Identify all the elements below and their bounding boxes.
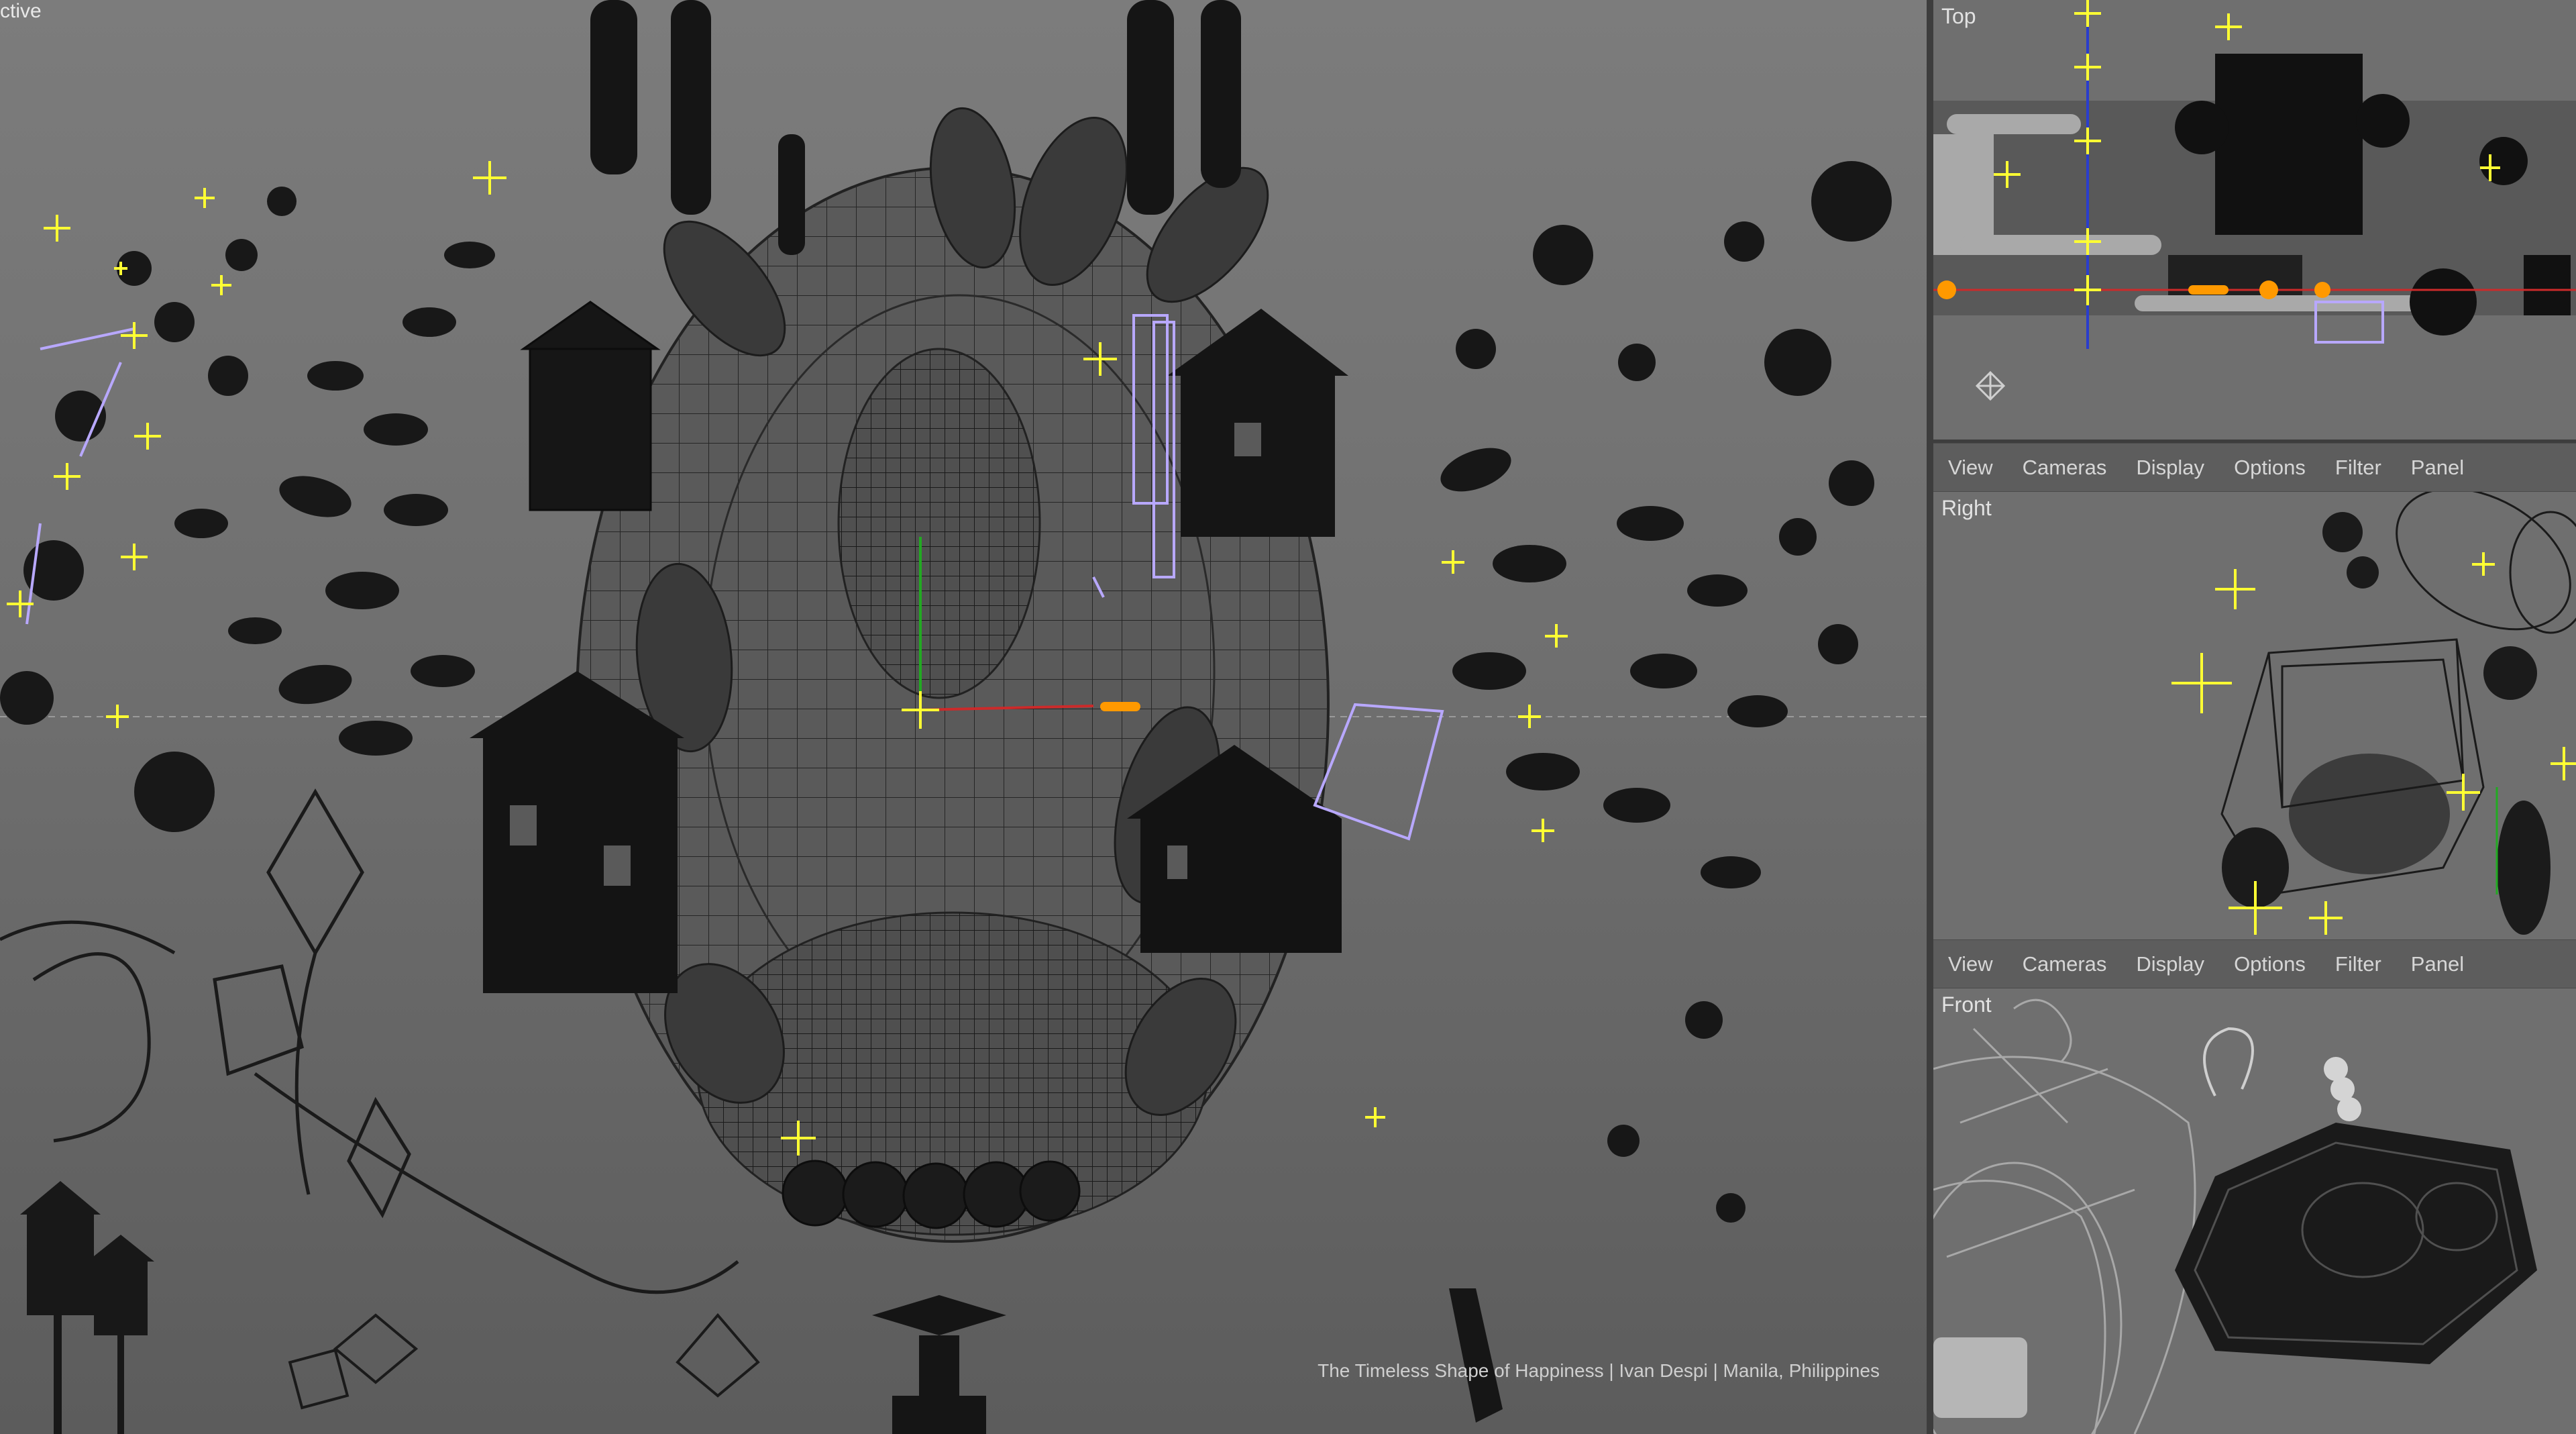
menu-view[interactable]: View	[1948, 456, 1993, 480]
right-viewport[interactable]: Right	[1933, 492, 2576, 939]
right-viewport-label: Right	[1941, 496, 1992, 520]
menu-cameras[interactable]: Cameras	[2023, 952, 2107, 976]
right-solid-parts	[2222, 512, 2551, 935]
house-left-bottom	[470, 671, 684, 993]
right-scene[interactable]	[1933, 492, 2576, 939]
menu-cameras[interactable]: Cameras	[2023, 456, 2107, 480]
floating-objects-right	[1440, 161, 1892, 1223]
perspective-viewport-label: ctive	[0, 0, 42, 22]
menu-display[interactable]: Display	[2136, 456, 2204, 480]
panel-menubar-right: View Cameras Display Options Filter Pane…	[1933, 443, 2576, 492]
menu-panel[interactable]: Panel	[2411, 952, 2464, 976]
bottom-figure	[872, 1295, 1006, 1434]
top-view-cube-icon	[1975, 370, 2006, 401]
front-main-object	[2175, 1123, 2537, 1364]
house-left-top	[520, 301, 661, 511]
front-viewport[interactable]: Front	[1933, 988, 2576, 1434]
panel-menubar-front: View Cameras Display Options Filter Pane…	[1933, 939, 2576, 988]
menu-panel[interactable]: Panel	[2411, 456, 2464, 480]
perspective-viewport[interactable]: ctive The Timeless Shape of Happiness | …	[0, 0, 1927, 1434]
boxes	[288, 1313, 760, 1410]
birdhouses	[20, 1181, 154, 1434]
menu-options[interactable]: Options	[2234, 456, 2306, 480]
menu-display[interactable]: Display	[2136, 952, 2204, 976]
credit-caption: The Timeless Shape of Happiness | Ivan D…	[1318, 1360, 1880, 1381]
front-viewport-label: Front	[1941, 992, 1992, 1017]
menu-options[interactable]: Options	[2234, 952, 2306, 976]
top-scene[interactable]	[1933, 0, 2576, 443]
front-scene[interactable]	[1933, 988, 2576, 1434]
menu-filter[interactable]: Filter	[2335, 456, 2381, 480]
viewport-divider-vertical[interactable]	[1927, 0, 1933, 1434]
top-viewport-label: Top	[1941, 4, 1976, 28]
front-squiggle	[2203, 1027, 2254, 1096]
perspective-scene[interactable]	[0, 0, 1927, 1434]
menu-view[interactable]: View	[1948, 952, 1993, 976]
floating-objects-left	[0, 187, 495, 832]
top-viewport[interactable]: Top	[1933, 0, 2576, 443]
viewport-divider-right[interactable]	[1927, 440, 2576, 443]
cone-object	[1449, 1288, 1503, 1423]
menu-filter[interactable]: Filter	[2335, 952, 2381, 976]
